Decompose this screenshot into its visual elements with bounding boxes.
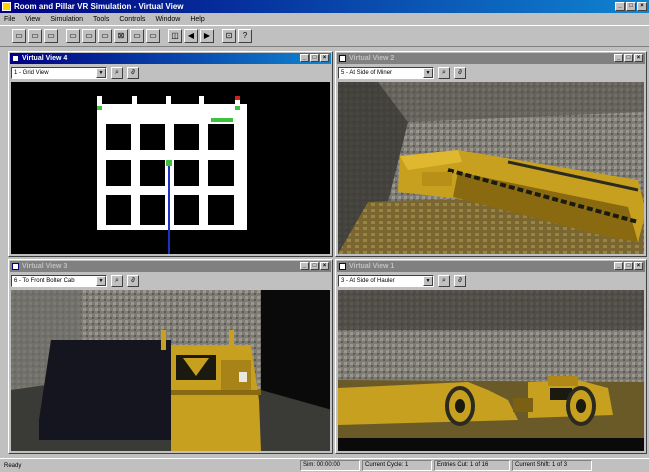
- miner-scene: [338, 82, 644, 254]
- view-icon: [339, 263, 346, 270]
- view-1-button[interactable]: ▭: [66, 29, 80, 43]
- zoom-button[interactable]: ⌕: [111, 275, 123, 287]
- camera-select[interactable]: 5 - At Side of Miner ▼: [338, 67, 434, 79]
- view-maximize-button[interactable]: □: [624, 54, 633, 62]
- view-title: Virtual View 2: [349, 55, 395, 62]
- hauler-view-canvas[interactable]: [338, 290, 644, 451]
- status-entries: Entries Cut: 1 of 16: [434, 460, 510, 471]
- menu-window[interactable]: Window: [155, 16, 180, 23]
- view-close-button[interactable]: ×: [634, 262, 643, 270]
- view-minimize-button[interactable]: _: [300, 262, 309, 270]
- toolbar: ▭ ▭ ▭ ▭ ▭ ▭ ⊠ ▭ ▭ ◫ ◀ ▶ ⊡ ?: [0, 25, 649, 47]
- view-4-button[interactable]: ▭: [130, 29, 144, 43]
- new-view-button[interactable]: ▭: [12, 29, 26, 43]
- maximize-button[interactable]: □: [626, 2, 636, 11]
- tile-button[interactable]: ◫: [168, 29, 182, 43]
- virtual-view-4: Virtual View 4 _ □ × 1 - Grid View ▼ ⌕ ∂: [8, 51, 333, 257]
- status-cycle: Current Cycle: 1: [362, 460, 432, 471]
- view-icon: [339, 55, 346, 62]
- zoom-button[interactable]: ⌕: [438, 275, 450, 287]
- app-title: Room and Pillar VR Simulation - Virtual …: [14, 2, 184, 11]
- view-maximize-button[interactable]: □: [624, 262, 633, 270]
- camera-select[interactable]: 1 - Grid View ▼: [11, 67, 107, 79]
- chevron-down-icon[interactable]: ▼: [96, 68, 106, 78]
- camera-select-value: 1 - Grid View: [14, 70, 49, 76]
- minimize-button[interactable]: _: [615, 2, 625, 11]
- tilt-button[interactable]: ∂: [454, 67, 466, 79]
- zoom-button[interactable]: ⌕: [438, 67, 450, 79]
- miner-view-canvas[interactable]: [338, 82, 644, 254]
- open-button[interactable]: ▭: [28, 29, 42, 43]
- view-icon: [12, 55, 19, 62]
- save-button[interactable]: ▭: [44, 29, 58, 43]
- menu-view[interactable]: View: [25, 16, 40, 23]
- close-button[interactable]: ×: [637, 2, 647, 11]
- virtual-view-1: Virtual View 1 _ □ × 3 - At Side of Haul…: [335, 259, 647, 454]
- chevron-down-icon[interactable]: ▼: [96, 276, 106, 286]
- help-button[interactable]: ?: [238, 29, 252, 43]
- chevron-down-icon[interactable]: ▼: [423, 276, 433, 286]
- tilt-button[interactable]: ∂: [127, 67, 139, 79]
- menu-help[interactable]: Help: [190, 16, 204, 23]
- view-title-bar: Virtual View 2 _ □ ×: [337, 53, 645, 64]
- view-close-button[interactable]: ×: [320, 262, 329, 270]
- menu-file[interactable]: File: [4, 16, 15, 23]
- view-minimize-button[interactable]: _: [614, 54, 623, 62]
- view-title-bar: Virtual View 4 _ □ ×: [10, 53, 331, 64]
- virtual-view-2: Virtual View 2 _ □ × 5 - At Side of Mine…: [335, 51, 647, 257]
- status-ready: Ready: [4, 462, 22, 469]
- view-icon: [12, 263, 19, 270]
- camera-select-value: 3 - At Side of Hauler: [341, 278, 395, 284]
- menu-controls[interactable]: Controls: [119, 16, 145, 23]
- view-close-button[interactable]: ×: [320, 54, 329, 62]
- view-2-button[interactable]: ▭: [82, 29, 96, 43]
- view-title: Virtual View 3: [22, 263, 68, 270]
- view-maximize-button[interactable]: □: [310, 262, 319, 270]
- view-title: Virtual View 1: [349, 263, 395, 270]
- zoom-button[interactable]: ⌕: [111, 67, 123, 79]
- bolter-view-canvas[interactable]: [11, 290, 330, 451]
- view-title-bar: Virtual View 3 _ □ ×: [10, 261, 331, 272]
- back-button[interactable]: ◀: [184, 29, 198, 43]
- view-title-bar: Virtual View 1 _ □ ×: [337, 261, 645, 272]
- virtual-view-3: Virtual View 3 _ □ × 6 - To Front Bolter…: [8, 259, 333, 454]
- plan-view-canvas[interactable]: [11, 82, 330, 254]
- status-bar: Ready Sim: 00:00:00 Current Cycle: 1 Ent…: [0, 458, 649, 472]
- view-close-button[interactable]: ×: [634, 54, 643, 62]
- view-5-button[interactable]: ▭: [146, 29, 160, 43]
- camera-select-value: 6 - To Front Bolter Cab: [14, 278, 75, 284]
- status-sim-time: Sim: 00:00:00: [300, 460, 360, 471]
- chevron-down-icon[interactable]: ▼: [423, 68, 433, 78]
- view-title: Virtual View 4: [22, 55, 68, 62]
- app-title-bar: Room and Pillar VR Simulation - Virtual …: [0, 0, 649, 13]
- menu-tools[interactable]: Tools: [93, 16, 109, 23]
- fit-button[interactable]: ⊡: [222, 29, 236, 43]
- tilt-button[interactable]: ∂: [127, 275, 139, 287]
- hauler-scene: [338, 290, 644, 451]
- mine-grid-plan: [97, 82, 247, 254]
- camera-select-value: 5 - At Side of Miner: [341, 70, 393, 76]
- bolter-scene: [11, 290, 330, 451]
- camera-select[interactable]: 3 - At Side of Hauler ▼: [338, 275, 434, 287]
- menu-bar: File View Simulation Tools Controls Wind…: [0, 13, 649, 25]
- stop-button[interactable]: ⊠: [114, 29, 128, 43]
- view-minimize-button[interactable]: _: [614, 262, 623, 270]
- camera-select[interactable]: 6 - To Front Bolter Cab ▼: [11, 275, 107, 287]
- app-icon: [2, 2, 11, 11]
- tilt-button[interactable]: ∂: [454, 275, 466, 287]
- forward-button[interactable]: ▶: [200, 29, 214, 43]
- view-maximize-button[interactable]: □: [310, 54, 319, 62]
- view-3-button[interactable]: ▭: [98, 29, 112, 43]
- menu-simulation[interactable]: Simulation: [50, 16, 83, 23]
- status-shift: Current Shift: 1 of 3: [512, 460, 592, 471]
- view-minimize-button[interactable]: _: [300, 54, 309, 62]
